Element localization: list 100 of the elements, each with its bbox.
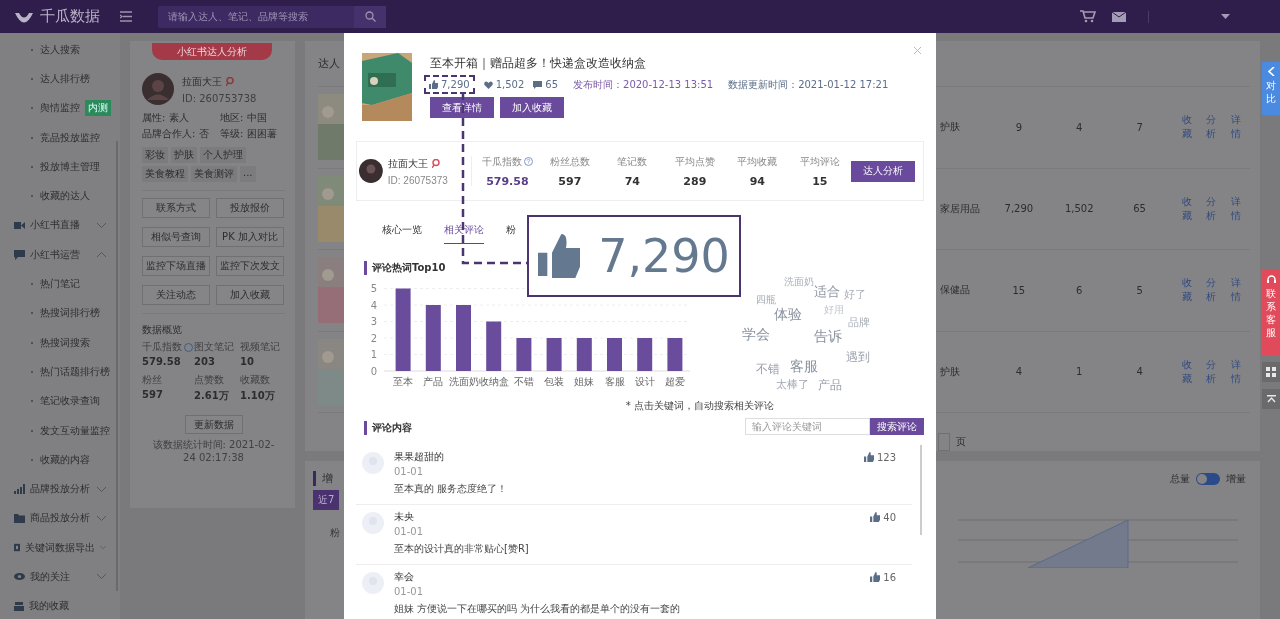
table-link[interactable]: 详情	[1230, 276, 1250, 305]
cloud-word[interactable]: 体验	[774, 307, 802, 321]
menu-item[interactable]: 发文互动量监控	[0, 415, 120, 446]
table-link[interactable]: 详情	[1230, 194, 1250, 223]
cloud-word[interactable]: 好了	[844, 289, 866, 300]
action-button[interactable]: 加入收藏	[500, 97, 564, 118]
table-cell-text: 1,502	[1063, 203, 1095, 215]
chart-bar	[425, 305, 441, 371]
cloud-word[interactable]: 学会	[742, 327, 770, 341]
menu-label: 发文互动量监控	[40, 423, 110, 438]
menu-group[interactable]: 小红书运营	[0, 240, 120, 270]
y-axis: 0 1 2 3 4 5	[370, 283, 377, 377]
table-link[interactable]: 分析	[1206, 194, 1226, 223]
menu-item[interactable]: 热门笔记	[0, 269, 120, 299]
menu-group[interactable]: 小红书直播	[0, 210, 120, 241]
table-link[interactable]: 收藏	[1181, 357, 1202, 386]
cloud-word[interactable]: 洗面奶	[784, 277, 814, 287]
action-button[interactable]: 联系方式	[142, 198, 210, 218]
category-label: 不错	[513, 376, 534, 387]
table-link[interactable]: 详情	[1230, 357, 1250, 386]
metric-label: 粉丝总数	[549, 154, 590, 169]
menu-icon[interactable]	[120, 11, 132, 22]
chart-bar	[546, 338, 562, 371]
tab[interactable]: 核心一览	[382, 217, 422, 244]
menu-item[interactable]: 热门话题排行榜	[0, 357, 120, 387]
action-button[interactable]: 投放报价	[216, 198, 284, 218]
menu-item[interactable]: 竞品投放监控	[0, 122, 120, 153]
action-button[interactable]: 加入收藏	[216, 285, 284, 305]
menu-group[interactable]: 商品投放分析	[0, 503, 120, 534]
cloud-word[interactable]: 太棒了	[776, 379, 809, 390]
cloud-word[interactable]: 四瓶	[756, 295, 776, 305]
table-cell-text: 15	[1011, 284, 1027, 296]
menu-item[interactable]: 投放博主管理	[0, 152, 120, 182]
category-label: 客服	[604, 376, 625, 387]
cloud-word[interactable]: 不错	[756, 363, 780, 375]
action-button[interactable]: 查看详情	[430, 97, 494, 118]
menu-item[interactable]: 达人排行榜	[0, 64, 120, 94]
comment-count: 65	[533, 79, 558, 90]
table-cell-text: 护肤	[940, 120, 961, 135]
stat-label: 图文笔记	[194, 340, 234, 354]
table-link[interactable]: 详情	[1230, 113, 1250, 142]
caret-icon[interactable]	[1221, 14, 1230, 19]
menu-item[interactable]: 收藏的内容	[0, 445, 120, 475]
cloud-word[interactable]: 品牌	[848, 317, 870, 328]
menu-label: 热门笔记	[40, 277, 80, 291]
menu-group[interactable]: 品牌投放分析	[0, 474, 120, 504]
menu-group[interactable]: 我的收藏	[0, 591, 120, 619]
cloud-word[interactable]: 客服	[790, 359, 818, 373]
table-cell-text: 9	[1014, 121, 1024, 133]
menu-label: 笔记收录查询	[40, 394, 100, 409]
menu-item[interactable]: 舆情监控 内测	[0, 93, 120, 123]
comment-author: 未央	[394, 510, 415, 524]
metric-label: 平均点赞	[674, 154, 715, 169]
folder-icon	[14, 513, 25, 523]
action-button[interactable]: 监控下次发文	[216, 256, 284, 276]
chart-bar	[607, 338, 622, 371]
table-link[interactable]: 分析	[1206, 276, 1226, 305]
action-button[interactable]: 相似号查询	[142, 227, 210, 247]
cart-icon[interactable]	[1080, 10, 1096, 23]
toggle-switch[interactable]	[1196, 472, 1220, 485]
menu-item[interactable]: 笔记收录查询	[0, 386, 120, 416]
cloud-word[interactable]: 适合	[814, 285, 840, 298]
stat-value: 579.58	[142, 356, 182, 367]
action-button[interactable]: PK 加入对比	[216, 227, 284, 247]
menu-item[interactable]: 热搜词排行榜	[0, 298, 120, 328]
back-to-top-button[interactable]	[1262, 389, 1280, 409]
table-cell-text: 4	[1135, 366, 1144, 378]
menu-item[interactable]: 收藏的达人	[0, 181, 120, 211]
table-link[interactable]: 收藏	[1181, 276, 1202, 305]
cloud-word[interactable]: 产品	[818, 379, 842, 391]
cloud-word[interactable]: 遇到	[846, 351, 870, 363]
table-link[interactable]: 分析	[1206, 357, 1226, 386]
action-button[interactable]: 关注动态	[142, 285, 210, 305]
search-field[interactable]: 请输入达人、笔记、品牌等搜索	[158, 5, 354, 28]
tab[interactable]: 相关评论	[444, 217, 484, 244]
category-label: 包装	[544, 376, 565, 387]
menu-group[interactable]: 我的关注	[0, 562, 120, 592]
menu-item[interactable]: 达人搜索	[0, 35, 120, 65]
refresh-button[interactable]: 更新数据	[184, 415, 243, 434]
menu-item[interactable]: 热搜词搜索	[0, 327, 120, 358]
search-button[interactable]: 搜索评论	[870, 418, 924, 435]
table-link[interactable]: 收藏	[1181, 113, 1202, 142]
comment-search-field[interactable]: 输入评论关键词	[745, 418, 870, 435]
compare-tab[interactable]: 对比	[1262, 62, 1280, 115]
cloud-word[interactable]: 告诉	[814, 329, 842, 343]
arrow-up-icon	[1266, 395, 1276, 403]
action-button[interactable]: 监控下场直播	[142, 256, 210, 276]
stat-value: 2.61万	[194, 389, 230, 403]
range-button[interactable]: 近7	[313, 490, 340, 510]
tab[interactable]: 粉	[506, 217, 516, 244]
headset-icon	[1266, 275, 1276, 284]
toggle-label: 总量	[1170, 471, 1190, 486]
table-link[interactable]: 收藏	[1181, 194, 1202, 223]
menu-group[interactable]: 关键词数据导出	[0, 533, 120, 563]
mail-icon[interactable]	[1112, 11, 1126, 22]
qr-code-button[interactable]	[1262, 362, 1280, 382]
search-button[interactable]	[354, 5, 386, 28]
service-tab[interactable]: 联系客服	[1262, 270, 1280, 355]
analysis-button[interactable]: 达人分析	[851, 160, 916, 182]
table-link[interactable]: 分析	[1206, 113, 1226, 142]
